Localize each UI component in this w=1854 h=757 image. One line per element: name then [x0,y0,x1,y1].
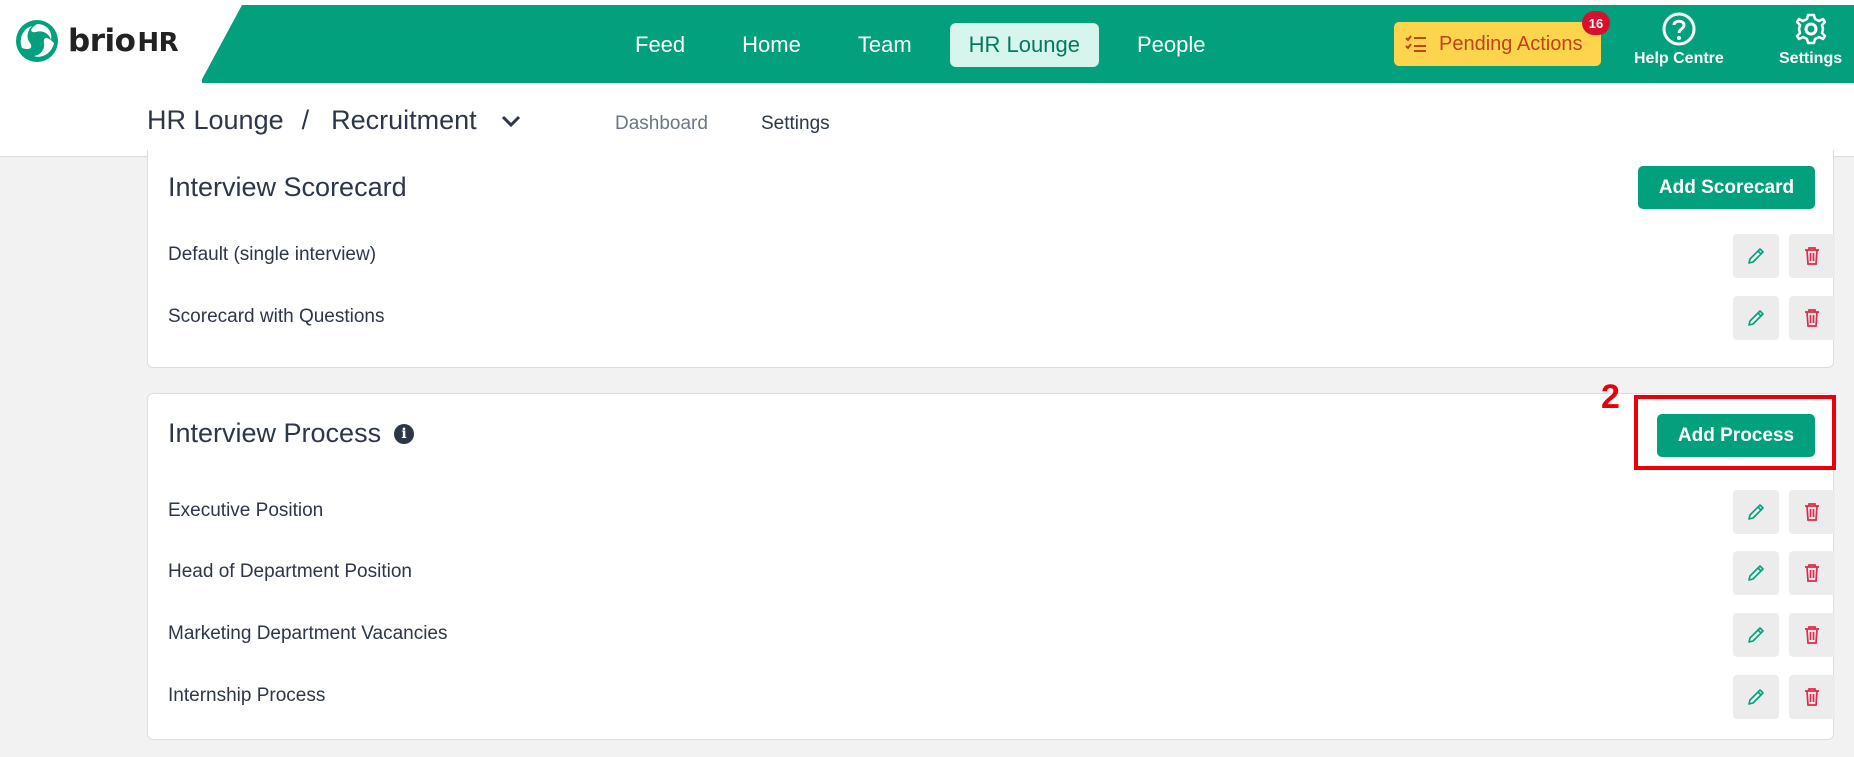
process-name: Marketing Department Vacancies [168,623,448,644]
pencil-icon [1748,310,1764,326]
list-item: Scorecard with Questions [168,296,1835,340]
nav-item-people[interactable]: People [1118,23,1225,67]
list-item: Head of Department Position [168,551,1835,595]
pencil-icon [1748,565,1764,581]
interview-scorecard-card: Interview Scorecard Add Scorecard Defaul… [147,150,1835,368]
breadcrumb-section[interactable]: HR Lounge [147,105,284,136]
delete-button[interactable] [1789,296,1835,340]
help-centre-label: Help Centre [1634,50,1724,67]
list-item: Default (single interview) [168,234,1835,278]
trash-icon [1805,688,1819,706]
tab-dashboard[interactable]: Dashboard [615,113,708,135]
settings-label: Settings [1779,50,1843,67]
trash-icon [1805,309,1819,327]
trash-icon [1805,626,1819,644]
trash-icon [1805,247,1819,265]
trash-icon [1805,503,1819,521]
nav-item-home[interactable]: Home [723,23,820,67]
scorecard-name: Scorecard with Questions [168,306,385,327]
info-icon[interactable]: i [394,423,415,444]
breadcrumb: HR Lounge / Recruitment [147,105,521,136]
settings-button[interactable]: Settings [1779,12,1842,68]
gear-icon [1795,13,1826,45]
scorecard-title-text: Interview Scorecard [168,172,407,202]
delete-button[interactable] [1789,551,1835,595]
list-item: Internship Process [168,675,1835,719]
delete-button[interactable] [1789,675,1835,719]
breadcrumb-separator: / [301,105,310,135]
main-nav: Feed Home Team HR Lounge People [616,23,1243,67]
pending-actions-label: Pending Actions [1439,32,1583,55]
trash-icon [1805,564,1819,582]
nav-item-feed[interactable]: Feed [616,23,704,67]
process-name: Internship Process [168,685,326,706]
pencil-icon [1748,504,1764,520]
help-centre-button[interactable]: Help Centre [1634,12,1724,68]
brand-name: brioHR [68,23,179,59]
brand-logo[interactable]: brioHR [14,18,179,64]
annotation-step-number: 2 [1601,378,1620,416]
pencil-icon [1748,627,1764,643]
breadcrumb-page: Recruitment [331,105,477,135]
pencil-icon [1748,689,1764,705]
chevron-down-icon[interactable] [501,114,521,128]
pending-actions-button[interactable]: Pending Actions [1394,22,1601,66]
process-name: Executive Position [168,500,324,521]
scorecard-name: Default (single interview) [168,244,377,265]
pending-count-badge: 16 [1582,11,1610,35]
list-item: Marketing Department Vacancies [168,613,1835,657]
nav-item-hr-lounge[interactable]: HR Lounge [949,23,1099,67]
top-navigation-bar: brioHR Feed Home Team HR Lounge People P… [0,0,1854,83]
edit-button[interactable] [1733,490,1779,534]
process-name: Head of Department Position [168,561,412,582]
brio-logo-icon [16,20,58,62]
add-scorecard-button[interactable]: Add Scorecard [1638,166,1815,209]
annotation-highlight-box [1634,395,1836,470]
edit-button[interactable] [1733,551,1779,595]
edit-button[interactable] [1733,675,1779,719]
edit-button[interactable] [1733,296,1779,340]
page-header: HR Lounge / Recruitment Dashboard Settin… [0,83,1854,157]
process-title: Interview Process i [168,418,415,449]
scorecard-title: Interview Scorecard [168,172,407,203]
delete-button[interactable] [1789,234,1835,278]
interview-process-card: Interview Process i Add Process Executiv… [147,393,1835,740]
nav-item-team[interactable]: Team [839,23,931,67]
delete-button[interactable] [1789,613,1835,657]
pencil-icon [1748,248,1764,264]
edit-button[interactable] [1733,613,1779,657]
help-icon [1662,12,1696,46]
list-item: Executive Position [168,490,1835,534]
tab-settings[interactable]: Settings [761,113,830,135]
logo-slant [200,5,242,83]
checklist-icon [1405,35,1426,52]
process-title-text: Interview Process [168,418,382,448]
edit-button[interactable] [1733,234,1779,278]
delete-button[interactable] [1789,490,1835,534]
